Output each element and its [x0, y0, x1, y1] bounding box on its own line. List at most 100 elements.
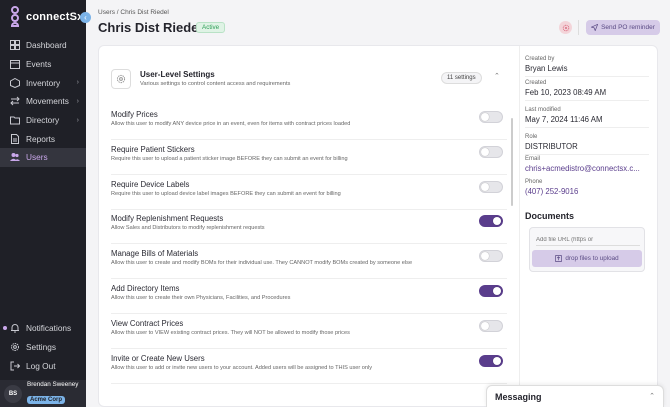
setting-row: Require Device Labels Require this user t… [111, 175, 507, 210]
email-link[interactable]: chris+acmedistro@connectsx.c... [525, 164, 649, 176]
document-upload-box[interactable]: drop files to upload [529, 227, 645, 272]
meta-label: Email [525, 156, 541, 162]
meta-value: Bryan Lewis [525, 64, 649, 77]
send-po-reminder-button[interactable]: Send PO reminder [586, 20, 660, 35]
meta-created: Created Feb 10, 2023 08:49 AM [525, 80, 649, 101]
setting-toggle[interactable] [479, 354, 503, 367]
setting-toggle[interactable] [479, 215, 503, 228]
status-badge: Active [196, 22, 226, 33]
sidebar-item-notifications[interactable]: Notifications [0, 319, 86, 338]
setting-description: Allow this user to add or invite new use… [111, 364, 373, 371]
setting-description: Allow Sales and Distributors to modify r… [111, 225, 265, 232]
phone-link[interactable]: (407) 252-9016 [525, 187, 649, 199]
file-url-input[interactable] [536, 234, 640, 246]
panel-divider [519, 46, 520, 406]
events-icon [9, 59, 20, 70]
setting-row: Modify Prices Allow this user to modify A… [111, 105, 507, 140]
logout-icon [9, 360, 20, 371]
send-po-reminder-label: Send PO reminder [601, 24, 655, 31]
org-badge: Acme Corp [27, 396, 66, 404]
documents-title: Documents [525, 211, 575, 221]
setting-title: Add Directory Items [111, 284, 180, 293]
scrollbar[interactable] [511, 118, 513, 206]
current-user[interactable]: BS Brendan Sweeney Acme Corp [0, 380, 86, 407]
setting-toggle[interactable] [479, 111, 503, 123]
sidebar-item-label: Reports [26, 133, 56, 144]
setting-row: Manage Bills of Materials Allow this user… [111, 244, 507, 280]
chevron-left-icon: ‹ [84, 13, 87, 22]
sidebar-item-users[interactable]: Users [0, 148, 86, 167]
gear-icon [9, 342, 20, 353]
setting-description: Allow this user to VIEW existing contrac… [111, 329, 350, 336]
setting-toggle[interactable] [479, 250, 503, 263]
sidebar-item-label: Dashboard [26, 40, 67, 51]
meta-created-by: Created by Bryan Lewis [525, 56, 649, 77]
movements-icon [9, 96, 20, 107]
alert-button[interactable] [559, 21, 572, 34]
send-icon [591, 24, 599, 31]
meta-value: DISTRIBUTOR [525, 142, 649, 155]
sidebar-item-directory[interactable]: Directory › [0, 111, 86, 130]
toggle-knob [493, 287, 501, 295]
sidebar-item-reports[interactable]: Reports [0, 129, 86, 148]
setting-toggle[interactable] [479, 319, 503, 332]
sidebar-item-dashboard[interactable]: Dashboard [0, 36, 86, 55]
meta-label: Last modified [525, 107, 561, 113]
sidebar-item-events[interactable]: Events [0, 55, 86, 74]
sidebar-item-settings[interactable]: Settings [0, 338, 86, 357]
chevron-right-icon: › [76, 79, 79, 87]
meta-label: Phone [525, 179, 543, 185]
setting-title: Invite or Create New Users [111, 353, 205, 363]
sidebar-item-label: Notifications [26, 323, 72, 334]
sidebar: connectSx Dashboard Events Inventory › M… [0, 0, 86, 407]
setting-toggle[interactable] [479, 285, 503, 297]
setting-description: Require this user to upload device label… [111, 190, 341, 197]
sidebar-item-movements[interactable]: Movements › [0, 92, 86, 111]
drop-files-label: drop files to upload [565, 255, 619, 262]
meta-phone: Phone (407) 252-9016 [525, 179, 649, 199]
drop-files-button[interactable]: drop files to upload [532, 250, 642, 267]
setting-title: Require Device Labels [111, 179, 190, 189]
sidebar-item-label: Directory [26, 115, 60, 126]
meta-label: Created [525, 80, 547, 86]
setting-row: Require Patient Stickers Require this use… [111, 140, 507, 175]
user-name: Brendan Sweeney [27, 381, 79, 388]
collapse-sidebar-button[interactable]: ‹ [80, 12, 91, 23]
meta-value: May 7, 2024 11:46 AM [525, 115, 649, 128]
chevron-up-icon[interactable]: ⌃ [494, 72, 500, 80]
sidebar-item-logout[interactable]: Log Out [0, 356, 86, 375]
toggle-knob [481, 147, 489, 156]
messaging-title: Messaging [495, 392, 542, 402]
setting-title: Modify Replenishment Requests [111, 214, 224, 224]
sidebar-item-label: Events [26, 59, 52, 70]
logo-mark-icon [8, 5, 22, 29]
setting-toggle[interactable] [479, 180, 503, 193]
settings-description: Various settings to control content acce… [140, 81, 291, 87]
setting-toggle[interactable] [479, 145, 503, 158]
setting-row: Invite or Create New Users Allow this use… [111, 349, 507, 384]
setting-title: View Contract Prices [111, 318, 184, 328]
alert-icon [562, 24, 569, 31]
meta-last-modified: Last modified May 7, 2024 11:46 AM [525, 107, 649, 128]
setting-row: View Contract Prices Allow this user to V… [111, 314, 507, 349]
toggle-knob [481, 252, 489, 261]
setting-description: Allow this user to create their own Phys… [111, 295, 291, 301]
user-details-card: User-Level Settings Various settings to … [98, 45, 658, 407]
page-title: Chris Dist Riedel [98, 20, 203, 35]
breadcrumb[interactable]: Users / Chris Dist Riedel [98, 9, 169, 16]
settings-header[interactable]: User-Level Settings Various settings to … [111, 69, 507, 93]
logo[interactable]: connectSx [0, 0, 86, 34]
setting-description: Allow this user to modify ANY device pri… [111, 121, 351, 127]
directory-icon [9, 115, 20, 126]
toggle-knob [493, 356, 501, 365]
sidebar-item-label: Users [26, 152, 48, 163]
sidebar-item-inventory[interactable]: Inventory › [0, 73, 86, 92]
bell-icon [9, 323, 20, 334]
chevron-up-icon[interactable]: ⌃ [649, 392, 655, 400]
messaging-panel[interactable]: Messaging ⌃ [486, 385, 664, 407]
reports-icon [9, 133, 20, 144]
sidebar-item-label: Log Out [26, 360, 56, 371]
sidebar-item-label: Movements [26, 96, 69, 107]
settings-title: User-Level Settings [140, 70, 215, 79]
toggle-knob [481, 113, 489, 121]
